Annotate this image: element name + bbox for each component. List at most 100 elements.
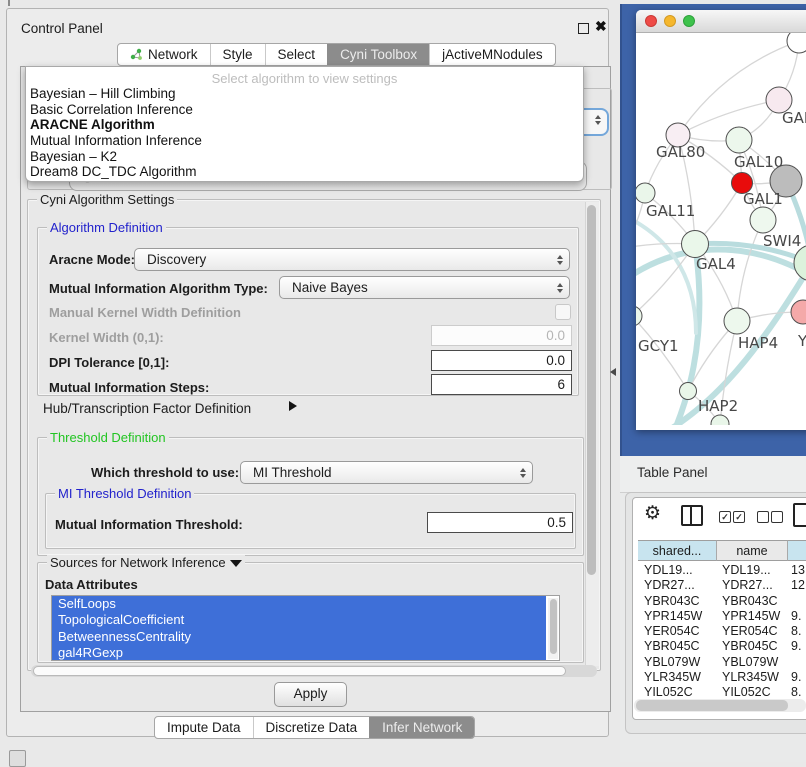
table-cell: YBL079W — [644, 655, 700, 670]
table-cell: YPR145W — [722, 609, 780, 624]
table-row[interactable]: YDR27...YDR27...12 — [638, 578, 806, 593]
attribute-item[interactable]: BetweennessCentrality — [52, 629, 546, 645]
tab-impute-data[interactable]: Impute Data — [155, 717, 253, 738]
mac-zoom-button[interactable] — [683, 15, 695, 27]
node-label: HAP4 — [738, 334, 778, 352]
mi-type-combo[interactable]: Naive Bayes — [279, 276, 570, 299]
dropdown-item[interactable]: Basic Correlation Inference — [26, 102, 583, 118]
dropdown-prompt: Select algorithm to view settings — [26, 71, 583, 86]
network-node[interactable] — [794, 245, 806, 281]
export-table-icon[interactable] — [793, 503, 806, 527]
table-cell: YBL079W — [722, 655, 778, 670]
network-icon — [130, 48, 143, 61]
network-node-gal10[interactable] — [726, 127, 752, 153]
collapse-arrow-icon[interactable] — [230, 560, 242, 567]
attribute-item[interactable]: SelfLoops — [52, 596, 546, 612]
network-node-swi4[interactable] — [750, 207, 776, 233]
settings-hscrollbar-thumb[interactable] — [33, 666, 566, 676]
attribute-item[interactable]: gal4RGexp — [52, 645, 546, 661]
hub-section-label[interactable]: Hub/Transcription Factor Definition — [43, 401, 251, 416]
node-label: GAL80 — [656, 143, 705, 161]
dropdown-item[interactable]: Bayesian – Hill Climbing — [26, 86, 583, 102]
aracne-mode-combo[interactable]: Discovery — [134, 248, 570, 271]
table-cell: YLR345W — [722, 670, 779, 685]
mi-threshold-definition-title: MI Threshold Definition — [55, 486, 194, 501]
control-panel-window: Control Panel ✖ Network Style Select Cyn… — [6, 8, 609, 737]
table-cell: YER054C — [644, 624, 700, 639]
column-header-name[interactable]: name — [717, 540, 788, 561]
table-row[interactable]: YER054CYER054C8. — [638, 624, 806, 639]
network-edge — [678, 100, 779, 135]
tab-discretize-data[interactable]: Discretize Data — [253, 717, 370, 738]
table-rows: YDL19...YDL19...13YDR27...YDR27...12YBR0… — [638, 563, 806, 701]
settings-scrollbar-thumb[interactable] — [587, 205, 596, 575]
table-panel-title: Table Panel — [637, 465, 708, 480]
mi-threshold-field[interactable]: 0.5 — [427, 512, 573, 533]
table-cell: YLR345W — [644, 670, 701, 685]
node-label: GCY1 — [638, 337, 679, 355]
network-node-hap2[interactable] — [680, 383, 697, 400]
table-cell: YDR27... — [722, 578, 773, 593]
table-hscrollbar-thumb[interactable] — [636, 700, 788, 711]
mac-close-button[interactable] — [645, 15, 657, 27]
attribute-item[interactable]: TopologicalCoefficient — [52, 612, 546, 628]
which-threshold-combo[interactable]: MI Threshold — [240, 461, 533, 484]
expand-arrow-icon[interactable] — [289, 401, 297, 411]
table-cell: YDL19... — [722, 563, 771, 578]
network-window-titlebar[interactable] — [636, 10, 806, 33]
table-row[interactable]: YBR043CYBR043C — [638, 594, 806, 609]
panel-splitter-handle[interactable] — [610, 368, 616, 376]
tab-style[interactable]: Style — [210, 44, 265, 65]
table-cell: YBR043C — [644, 594, 700, 609]
tab-select[interactable]: Select — [265, 44, 328, 65]
kernel-width-field[interactable]: 0.0 — [431, 325, 572, 346]
dropdown-item[interactable]: Dream8 DC_TDC Algorithm — [26, 164, 583, 180]
deselect-all-icon[interactable] — [757, 511, 769, 523]
network-node-gal11[interactable] — [636, 183, 655, 203]
table-row[interactable]: YBL079W YBL079W — [638, 655, 806, 670]
dropdown-item[interactable]: ARACNE Algorithm — [26, 117, 583, 133]
node-label: GAL — [782, 109, 806, 127]
network-graph[interactable]: GALGAL80GAL10GAL1SWI4GAL11GAL4GCY1HAP4YH… — [636, 33, 806, 425]
column-header-shared-name[interactable]: shared... — [638, 540, 717, 561]
node-label: SWI4 — [763, 232, 801, 250]
network-node-gcy1[interactable] — [636, 306, 642, 326]
table-row[interactable]: YLR345WYLR345W9. — [638, 670, 806, 685]
select-all-icon-2[interactable]: ✓ — [733, 511, 745, 523]
dropdown-item[interactable]: Mutual Information Inference — [26, 133, 583, 149]
tab-jactivemnodules[interactable]: jActiveMNodules — [429, 44, 555, 65]
tab-cyni-toolbox[interactable]: Cyni Toolbox — [327, 44, 429, 65]
node-label: GAL1 — [743, 190, 783, 208]
mac-minimize-button[interactable] — [664, 15, 676, 27]
tab-network[interactable]: Network — [118, 44, 210, 65]
table-row[interactable]: YPR145WYPR145W9. — [638, 609, 806, 624]
network-canvas[interactable]: GALGAL80GAL10GAL1SWI4GAL11GAL4GCY1HAP4YH… — [636, 33, 806, 425]
sources-group-title: Sources for Network Inference — [47, 555, 245, 570]
column-header-clipped[interactable] — [788, 540, 806, 561]
data-attributes-label: Data Attributes — [45, 577, 138, 592]
algorithm-dropdown-popup: Select algorithm to view settings Bayesi… — [25, 66, 584, 182]
network-edge — [737, 220, 763, 321]
manual-kernel-checkbox[interactable] — [555, 304, 571, 320]
dpi-tolerance-field[interactable]: 0.0 — [431, 350, 572, 371]
gear-icon[interactable]: ⚙ — [644, 502, 661, 525]
minimized-panel-icon[interactable] — [9, 750, 26, 767]
dropdown-item[interactable]: Bayesian – K2 — [26, 149, 583, 165]
float-window-icon[interactable] — [578, 23, 589, 34]
mi-steps-field[interactable]: 6 — [431, 374, 572, 395]
deselect-all-icon-2[interactable] — [771, 511, 783, 523]
split-columns-icon[interactable] — [681, 505, 703, 526]
table-cell: 13 — [791, 563, 805, 578]
network-node[interactable] — [787, 33, 806, 53]
attributes-scrollbar-thumb[interactable] — [550, 599, 557, 654]
tab-infer-network[interactable]: Infer Network — [369, 717, 474, 738]
network-node-y[interactable] — [791, 300, 806, 324]
table-row[interactable]: YDL19... YDL19... 13 — [638, 563, 806, 578]
select-all-icon[interactable]: ✓ — [719, 511, 731, 523]
table-row[interactable]: YBR045CYBR045C9. — [638, 639, 806, 654]
table-cell: YDL19... — [644, 563, 693, 578]
close-icon[interactable]: ✖ — [595, 18, 607, 35]
network-node-gal4[interactable] — [682, 231, 709, 258]
network-node-hap4[interactable] — [724, 308, 750, 334]
apply-button[interactable]: Apply — [274, 682, 347, 707]
